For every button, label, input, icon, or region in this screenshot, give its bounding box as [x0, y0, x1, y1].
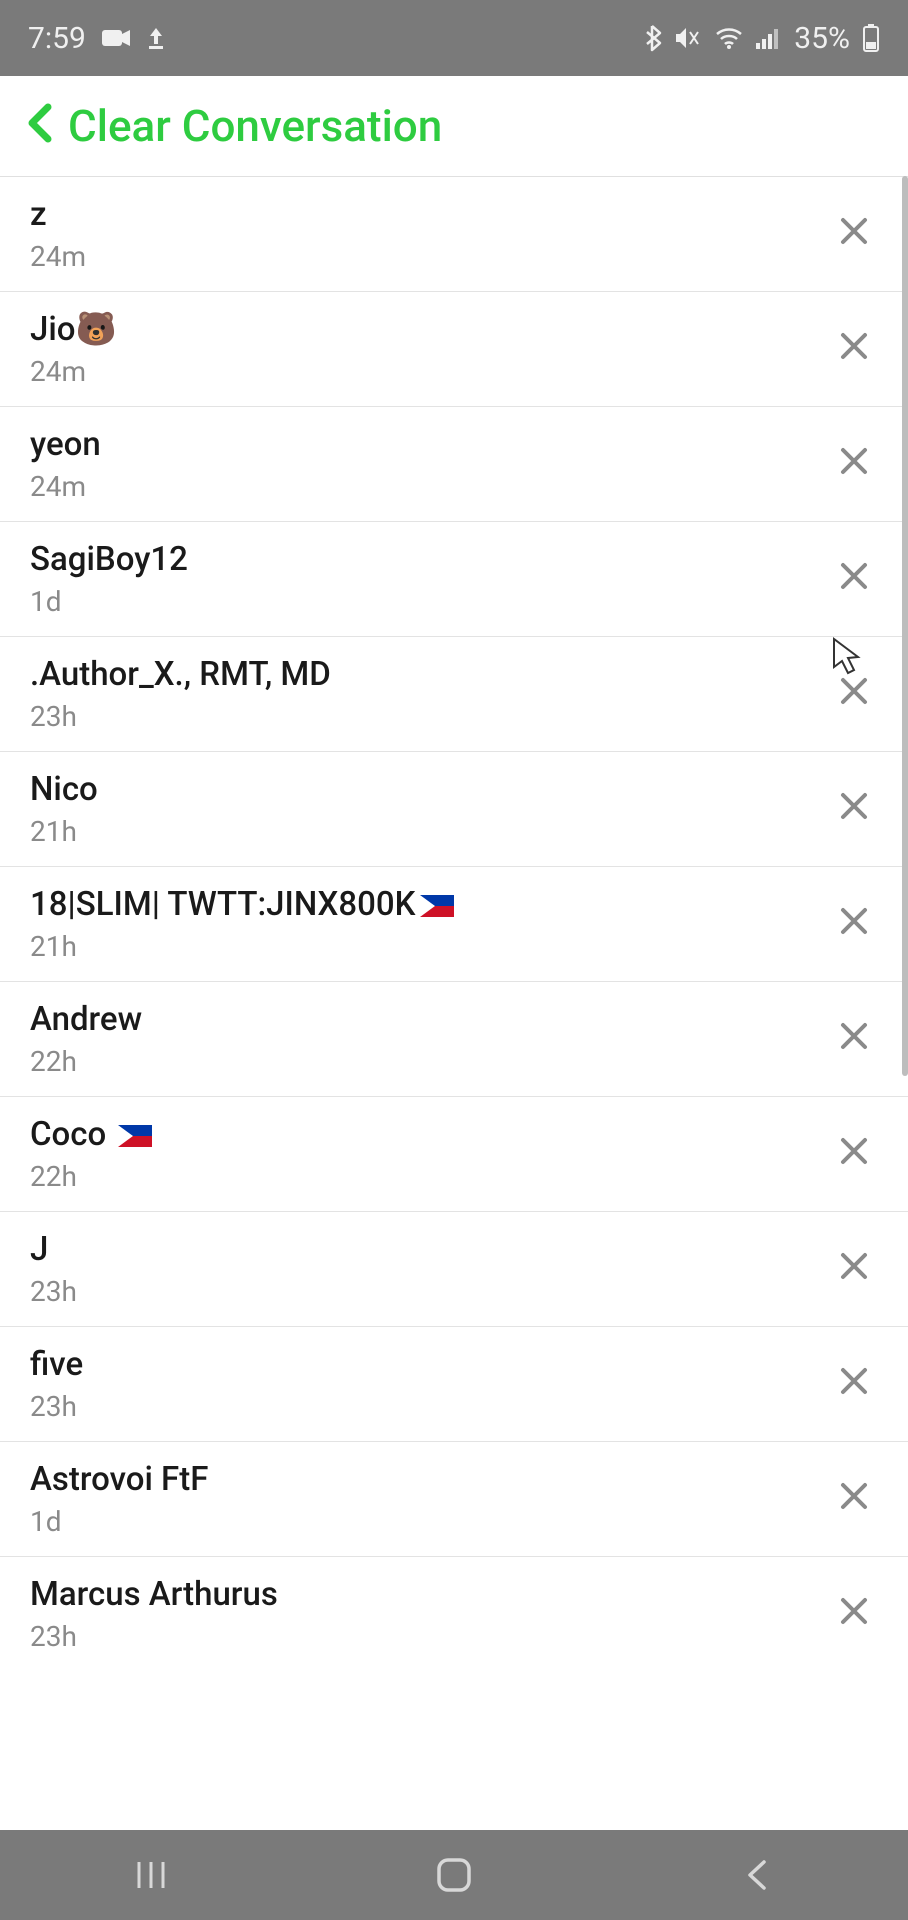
- conversation-row[interactable]: 18|SLIM| TWTT:JINX800K 21h: [0, 866, 908, 981]
- conversation-name: Coco: [30, 1115, 152, 1154]
- conversation-text: J 23h: [30, 1230, 77, 1308]
- status-left: 7:59: [28, 21, 166, 56]
- back-nav-button[interactable]: [727, 1858, 787, 1892]
- conversation-time: 1d: [30, 1505, 208, 1538]
- conversation-row[interactable]: SagiBoy12 1d: [0, 521, 908, 636]
- conversation-row[interactable]: yeon 24m: [0, 406, 908, 521]
- conversation-row[interactable]: Jio🐻 24m: [0, 291, 908, 406]
- conversation-row[interactable]: Astrovoi FtF 1d: [0, 1441, 908, 1556]
- ph-flag-icon: [420, 895, 454, 917]
- clear-conversation-button[interactable]: [830, 205, 878, 263]
- clear-conversation-button[interactable]: [830, 1585, 878, 1643]
- page-title: Clear Conversation: [68, 100, 442, 152]
- back-button[interactable]: [18, 100, 60, 152]
- battery-percent: 35%: [794, 21, 850, 56]
- conversation-name: SagiBoy12: [30, 540, 188, 579]
- conversation-text: SagiBoy12 1d: [30, 540, 188, 618]
- conversation-name: .Author_X., RMT, MD: [30, 655, 331, 694]
- conversation-text: z 24m: [30, 195, 86, 273]
- home-button[interactable]: [424, 1856, 484, 1894]
- conversation-row[interactable]: Coco 22h: [0, 1096, 908, 1211]
- clear-conversation-button[interactable]: [830, 1355, 878, 1413]
- conversation-name: yeon: [30, 425, 101, 464]
- conversation-name: Marcus Arthurus: [30, 1575, 278, 1614]
- conversation-time: 23h: [30, 700, 331, 733]
- status-bar: 7:59 35%: [0, 0, 908, 76]
- clear-conversation-button[interactable]: [830, 1125, 878, 1183]
- clear-conversation-button[interactable]: [830, 665, 878, 723]
- conversation-name: Astrovoi FtF: [30, 1460, 208, 1499]
- conversation-time: 22h: [30, 1045, 142, 1078]
- conversation-text: Coco 22h: [30, 1115, 152, 1193]
- conversation-row[interactable]: Marcus Arthurus 23h: [0, 1556, 908, 1671]
- conversation-row[interactable]: .Author_X., RMT, MD 23h: [0, 636, 908, 751]
- clear-conversation-button[interactable]: [830, 320, 878, 378]
- conversation-name: five: [30, 1345, 83, 1384]
- conversation-name: z: [30, 195, 86, 234]
- conversation-time: 24m: [30, 240, 86, 273]
- clear-conversation-button[interactable]: [830, 435, 878, 493]
- conversation-text: Nico 21h: [30, 770, 98, 848]
- conversation-name: Andrew: [30, 1000, 142, 1039]
- signal-icon: [756, 27, 782, 49]
- status-right: 35%: [644, 21, 880, 56]
- conversation-text: five 23h: [30, 1345, 83, 1423]
- conversation-row[interactable]: Andrew 22h: [0, 981, 908, 1096]
- conversation-name: Nico: [30, 770, 98, 809]
- android-nav-bar: [0, 1830, 908, 1920]
- conversation-time: 23h: [30, 1275, 77, 1308]
- conversation-text: 18|SLIM| TWTT:JINX800K 21h: [30, 885, 454, 963]
- conversation-list[interactable]: z 24m Jio🐻 24m yeon 24m SagiBoy12 1d .Author_X.,…: [0, 176, 908, 1671]
- conversation-name: Jio🐻: [30, 310, 117, 349]
- conversation-text: Marcus Arthurus 23h: [30, 1575, 278, 1653]
- clear-conversation-button[interactable]: [830, 895, 878, 953]
- conversation-time: 24m: [30, 355, 117, 388]
- conversation-row[interactable]: five 23h: [0, 1326, 908, 1441]
- mute-vibrate-icon: [674, 25, 702, 51]
- conversation-time: 23h: [30, 1620, 278, 1653]
- conversation-time: 1d: [30, 585, 188, 618]
- conversation-row[interactable]: J 23h: [0, 1211, 908, 1326]
- conversation-text: .Author_X., RMT, MD 23h: [30, 655, 331, 733]
- camera-icon: [102, 28, 130, 48]
- conversation-name: 18|SLIM| TWTT:JINX800K: [30, 885, 454, 924]
- conversation-list-container: z 24m Jio🐻 24m yeon 24m SagiBoy12 1d .Author_X.,…: [0, 176, 908, 1830]
- clear-conversation-button[interactable]: [830, 550, 878, 608]
- conversation-time: 22h: [30, 1160, 152, 1193]
- conversation-row[interactable]: Nico 21h: [0, 751, 908, 866]
- conversation-text: yeon 24m: [30, 425, 101, 503]
- upload-icon: [146, 26, 166, 50]
- recents-button[interactable]: [121, 1858, 181, 1892]
- conversation-row[interactable]: z 24m: [0, 176, 908, 291]
- status-time: 7:59: [28, 21, 86, 56]
- bluetooth-icon: [644, 24, 662, 52]
- ph-flag-icon: [118, 1125, 152, 1147]
- conversation-name: J: [30, 1230, 77, 1269]
- conversation-text: Astrovoi FtF 1d: [30, 1460, 208, 1538]
- conversation-text: Jio🐻 24m: [30, 310, 117, 388]
- conversation-time: 21h: [30, 815, 98, 848]
- conversation-text: Andrew 22h: [30, 1000, 142, 1078]
- clear-conversation-button[interactable]: [830, 1010, 878, 1068]
- wifi-icon: [714, 26, 744, 50]
- battery-icon: [862, 24, 880, 52]
- conversation-time: 23h: [30, 1390, 83, 1423]
- clear-conversation-button[interactable]: [830, 1470, 878, 1528]
- conversation-time: 24m: [30, 470, 101, 503]
- scrollbar-thumb[interactable]: [902, 176, 908, 1076]
- clear-conversation-button[interactable]: [830, 1240, 878, 1298]
- header: Clear Conversation: [0, 76, 908, 176]
- clear-conversation-button[interactable]: [830, 780, 878, 838]
- conversation-time: 21h: [30, 930, 454, 963]
